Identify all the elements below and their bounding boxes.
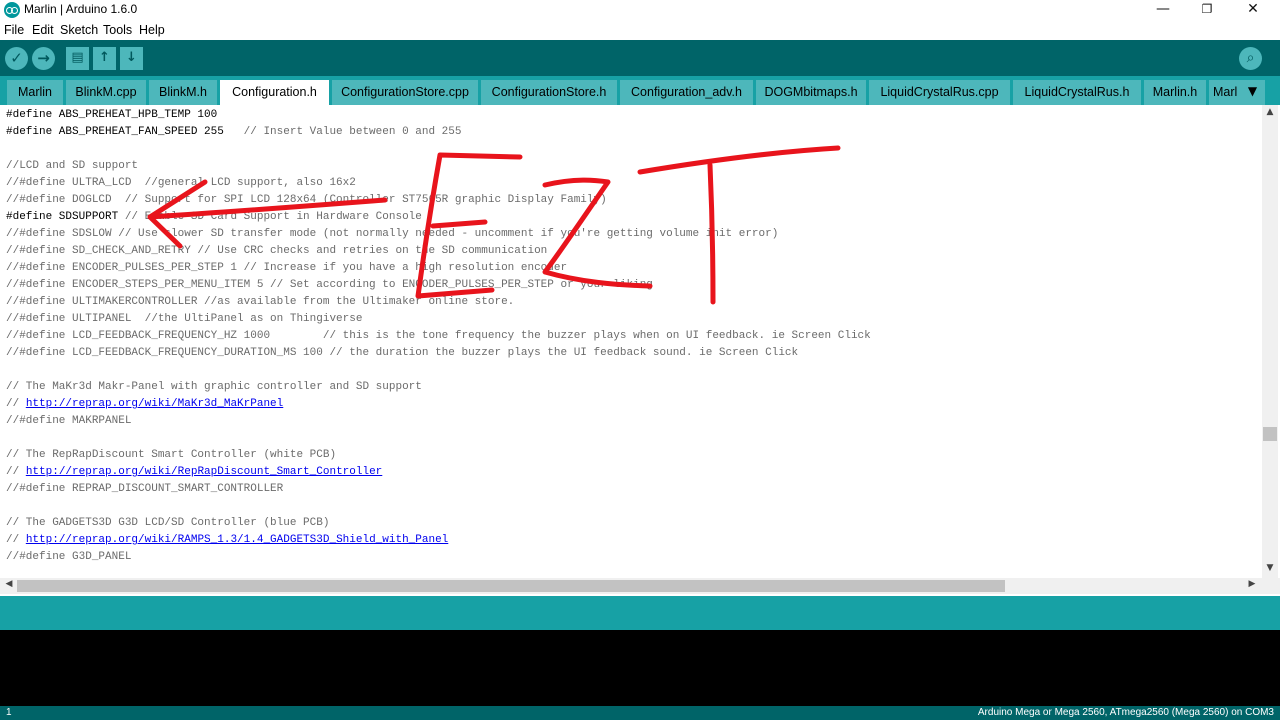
code-line: //LCD and SD support (6, 160, 139, 172)
tab-blinkm-h[interactable]: BlinkM.h (149, 80, 217, 105)
tab-liquidcrystalrus-cpp[interactable]: LiquidCrystalRus.cpp (869, 80, 1010, 105)
menu-sketch[interactable]: Sketch (60, 23, 98, 37)
code-editor[interactable]: #define ABS_PREHEAT_HPB_TEMP 100 #define… (0, 105, 1262, 578)
serial-monitor-button[interactable]: ⌕ (1239, 47, 1262, 70)
scroll-corner (1262, 578, 1280, 594)
code-line: //#define LCD_FEEDBACK_FREQUENCY_HZ 1000… (6, 330, 871, 342)
window-title: Marlin | Arduino 1.6.0 (24, 2, 138, 16)
vertical-scrollbar[interactable]: ▲ ▼ (1262, 105, 1278, 578)
code-line: #define SDSUPPORT // Enable SD Card Supp… (6, 211, 422, 223)
tab-configuration-h[interactable]: Configuration.h (220, 80, 329, 105)
code-line: //#define ULTRA_LCD //general LCD suppor… (6, 177, 356, 189)
tab-liquidcrystalrus-h[interactable]: LiquidCrystalRus.h (1013, 80, 1141, 105)
scroll-left-arrow-icon[interactable]: ◀ (2, 579, 16, 593)
tab-configurationstore-cpp[interactable]: ConfigurationStore.cpp (332, 80, 478, 105)
upload-button[interactable]: → (32, 47, 55, 70)
menu-edit[interactable]: Edit (32, 23, 54, 37)
toolbar: ✓ → ▤ ↑ ↓ ⌕ (0, 40, 1280, 76)
menu-file[interactable]: File (4, 23, 24, 37)
open-button[interactable]: ↑ (93, 47, 116, 70)
code-line: //#define SDSLOW // Use slower SD transf… (6, 228, 779, 240)
new-sketch-button[interactable]: ▤ (66, 47, 89, 70)
code-line: //#define SD_CHECK_AND_RETRY // Use CRC … (6, 245, 548, 257)
scroll-down-arrow-icon[interactable]: ▼ (1262, 563, 1278, 577)
code-line: //#define ENCODER_STEPS_PER_MENU_ITEM 5 … (6, 279, 653, 291)
code-line: //#define DOGLCD // Support for SPI LCD … (6, 194, 607, 206)
gadgets3d-link[interactable]: http://reprap.org/wiki/RAMPS_1.3/1.4_GAD… (26, 534, 448, 546)
code-line: //#define MAKRPANEL (6, 415, 132, 427)
code-line: //#define LCD_FEEDBACK_FREQUENCY_DURATIO… (6, 347, 799, 359)
code-line: //#define REPRAP_DISCOUNT_SMART_CONTROLL… (6, 483, 284, 495)
reprapdiscount-link[interactable]: http://reprap.org/wiki/RepRapDiscount_Sm… (26, 466, 382, 478)
code-line: // http://reprap.org/wiki/RepRapDiscount… (6, 466, 383, 478)
scroll-right-arrow-icon[interactable]: ▶ (1245, 579, 1259, 593)
verify-button[interactable]: ✓ (5, 47, 28, 70)
tab-dogmbitmaps-h[interactable]: DOGMbitmaps.h (756, 80, 866, 105)
makrpanel-link[interactable]: http://reprap.org/wiki/MaKr3d_MaKrPanel (26, 398, 283, 410)
scroll-up-arrow-icon[interactable]: ▲ (1262, 107, 1278, 121)
tab-marlin-h[interactable]: Marlin.h (1144, 80, 1206, 105)
save-button[interactable]: ↓ (120, 47, 143, 70)
status-bar: 1 Arduino Mega or Mega 2560, ATmega2560 … (0, 706, 1280, 720)
console-output[interactable] (0, 630, 1280, 706)
code-line: // The MaKr3d Makr-Panel with graphic co… (6, 381, 422, 393)
menu-help[interactable]: Help (139, 23, 165, 37)
tab-blinkm-cpp[interactable]: BlinkM.cpp (66, 80, 146, 105)
minimize-button[interactable]: — (1140, 0, 1186, 20)
horizontal-scroll-thumb[interactable] (17, 580, 1005, 592)
code-line: //#define ULTIMAKERCONTROLLER //as avail… (6, 296, 515, 308)
code-line: // http://reprap.org/wiki/MaKr3d_MaKrPan… (6, 398, 284, 410)
tab-configuration-adv-h[interactable]: Configuration_adv.h (620, 80, 753, 105)
message-area (0, 596, 1280, 630)
code-line: //#define ENCODER_PULSES_PER_STEP 1 // I… (6, 262, 568, 274)
arduino-logo-icon (4, 2, 20, 18)
tab-bar: Marlin BlinkM.cpp BlinkM.h Configuration… (0, 76, 1280, 105)
board-info: Arduino Mega or Mega 2560, ATmega2560 (M… (977, 707, 1274, 718)
tab-menu-chevron-down-icon[interactable]: ▼ (1240, 80, 1265, 105)
close-button[interactable]: ✕ (1230, 0, 1276, 20)
horizontal-scrollbar[interactable]: ◀ ▶ (0, 578, 1262, 594)
tab-marlin[interactable]: Marlin (7, 80, 63, 105)
code-line: //#define ULTIPANEL //the UltiPanel as o… (6, 313, 363, 325)
tab-marlin-truncated[interactable]: Marl (1209, 80, 1240, 105)
code-line: //#define G3D_PANEL (6, 551, 132, 563)
tab-configurationstore-h[interactable]: ConfigurationStore.h (481, 80, 617, 105)
title-bar: Marlin | Arduino 1.6.0 — ❐ ✕ (0, 0, 1280, 20)
code-line: #define ABS_PREHEAT_FAN_SPEED 255 // Ins… (6, 126, 462, 138)
menu-bar: File Edit Sketch Tools Help (0, 20, 1280, 40)
vertical-scroll-thumb[interactable] (1263, 427, 1277, 441)
line-number: 1 (6, 707, 12, 718)
menu-tools[interactable]: Tools (103, 23, 132, 37)
code-line: // The GADGETS3D G3D LCD/SD Controller (… (6, 517, 330, 529)
code-line: // The RepRapDiscount Smart Controller (… (6, 449, 337, 461)
maximize-button[interactable]: ❐ (1184, 0, 1230, 20)
code-line: // http://reprap.org/wiki/RAMPS_1.3/1.4_… (6, 534, 449, 546)
code-line: #define ABS_PREHEAT_HPB_TEMP 100 (6, 109, 218, 121)
